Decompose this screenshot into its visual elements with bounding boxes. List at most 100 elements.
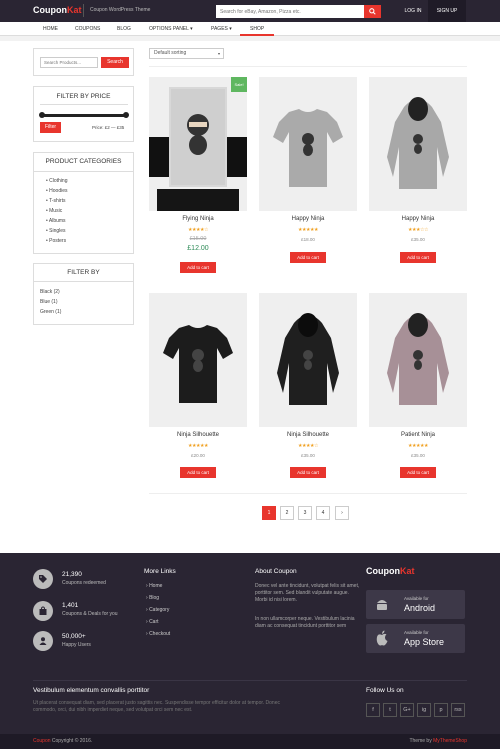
nav-options-panel[interactable]: OPTIONS PANEL ▾ [149, 22, 193, 36]
page-3[interactable]: 3 [298, 506, 312, 520]
google-plus-icon[interactable]: G+ [400, 703, 414, 717]
logo-text: Coupon [366, 566, 400, 576]
top-header: CouponKat Coupon WordPress Theme LOG IN … [0, 0, 500, 22]
filter-by-title: FILTER BY [67, 269, 100, 276]
rating-stars: ★★★★☆ [188, 227, 208, 233]
product-image-happy-ninja-tshirt[interactable] [259, 77, 357, 211]
theme-credit-label: Theme by [409, 738, 434, 744]
product-price: £35.00 [411, 453, 425, 458]
stat-number: 21,390 [62, 571, 82, 578]
page-1[interactable]: 1 [262, 506, 276, 520]
category-hoodies[interactable]: • Hoodies [46, 188, 68, 194]
android-app-button[interactable]: Available for Android [366, 590, 465, 619]
filter-green[interactable]: Green (1) [40, 309, 61, 315]
sort-divider [149, 66, 467, 67]
category-singles[interactable]: • Singles [46, 228, 66, 234]
logo-accent: Kat [400, 566, 415, 576]
rating-stars: ★★★★★ [188, 443, 208, 449]
product-title[interactable]: Patient Ninja [369, 432, 467, 438]
footer-link-category[interactable]: › Category [146, 607, 169, 613]
product-old-price: £15.00 [189, 236, 207, 242]
stat-label: Coupons redeemed [62, 580, 106, 586]
add-to-cart-button[interactable]: Add to cart [290, 467, 326, 478]
product-image-flying-ninja[interactable] [149, 77, 247, 211]
product-search-button[interactable]: Search [101, 57, 129, 68]
nav-pages[interactable]: PAGES ▾ [211, 22, 232, 36]
theme-author-link[interactable]: MyThemeShop [433, 738, 467, 744]
product-image-patient-ninja-hoodie[interactable] [369, 293, 467, 427]
footer-link-home[interactable]: › Home [146, 583, 162, 589]
header-search-button[interactable] [364, 5, 381, 18]
category-albums[interactable]: • Albums [46, 218, 66, 224]
footer-link-checkout[interactable]: › Checkout [146, 631, 170, 637]
twitter-icon[interactable]: t [383, 703, 397, 717]
copyright-bar: Coupon Copyright © 2016. Theme by MyThem… [0, 734, 500, 749]
product-image-ninja-silhouette-tshirt[interactable] [149, 293, 247, 427]
nav-home[interactable]: HOME [43, 22, 58, 36]
product-price: £35.00 [411, 237, 425, 242]
copyright-label: Copyright © 2016. [50, 738, 93, 744]
filter-blue[interactable]: Blue (1) [40, 299, 58, 305]
nav-shop[interactable]: SHOP [240, 22, 275, 36]
product-image-happy-ninja-hoodie[interactable] [369, 77, 467, 211]
title-divider [34, 171, 133, 172]
title-divider [34, 281, 133, 282]
add-to-cart-button[interactable]: Add to cart [400, 467, 436, 478]
category-clothing[interactable]: • Clothing [46, 178, 68, 184]
product-image-ninja-silhouette-hoodie[interactable] [259, 293, 357, 427]
add-to-cart-button[interactable]: Add to cart [400, 252, 436, 263]
product-title[interactable]: Ninja Silhouette [259, 432, 357, 438]
price-slider-max-handle[interactable] [123, 112, 129, 118]
price-filter-title: FILTER BY PRICE [56, 93, 111, 100]
page-2[interactable]: 2 [280, 506, 294, 520]
price-slider-min-handle[interactable] [39, 112, 45, 118]
footer-link-blog[interactable]: › Blog [146, 595, 159, 601]
category-posters[interactable]: • Posters [46, 238, 66, 244]
site-logo[interactable]: CouponKat [33, 5, 82, 15]
filter-black[interactable]: Black (2) [40, 289, 60, 295]
page-4[interactable]: 4 [316, 506, 330, 520]
categories-title: PRODUCT CATEGORIES [45, 158, 122, 165]
product-search-input[interactable] [40, 57, 98, 68]
product-categories-widget: PRODUCT CATEGORIES • Clothing • Hoodies … [33, 152, 134, 254]
about-text: In non ullamcorper neque. Vestibulum lac… [255, 616, 355, 629]
footer-link-cart[interactable]: › Cart [146, 619, 159, 625]
add-to-cart-button[interactable]: Add to cart [180, 262, 216, 273]
stat-number: 1,401 [62, 602, 79, 609]
category-music[interactable]: • Music [46, 208, 62, 214]
rss-icon[interactable]: rss [451, 703, 465, 717]
product-title[interactable]: Happy Ninja [259, 216, 357, 222]
stat-label: Coupons & Deals for you [62, 611, 118, 617]
pinterest-icon[interactable]: p [434, 703, 448, 717]
store-small-text: Available for [404, 630, 429, 635]
add-to-cart-button[interactable]: Add to cart [290, 252, 326, 263]
sort-select[interactable]: Default sorting ▾ [149, 48, 224, 59]
more-links-title: More Links [144, 568, 176, 575]
instagram-icon[interactable]: ig [417, 703, 431, 717]
product-title[interactable]: Happy Ninja [369, 216, 467, 222]
android-icon [377, 600, 387, 610]
add-to-cart-button[interactable]: Add to cart [180, 467, 216, 478]
footer-logo[interactable]: CouponKat [366, 566, 415, 576]
page-next[interactable]: › [335, 506, 349, 520]
signup-link[interactable]: SIGN UP [428, 0, 466, 22]
site-tagline: Coupon WordPress Theme [90, 7, 151, 13]
copyright-brand-link[interactable]: Coupon [33, 738, 51, 744]
header-search-input[interactable] [216, 5, 364, 18]
nav-coupons[interactable]: COUPONS [75, 22, 100, 36]
tag-icon [33, 569, 53, 589]
logo-accent: Kat [67, 5, 82, 15]
appstore-button[interactable]: Available for App Store [366, 624, 465, 653]
main-nav: HOME COUPONS BLOG OPTIONS PANEL ▾ PAGES … [0, 22, 500, 36]
login-link[interactable]: LOG IN [398, 0, 428, 22]
product-price: £12.00 [187, 245, 209, 252]
product-title[interactable]: Flying Ninja [149, 216, 247, 222]
category-t-shirts[interactable]: • T-shirts [46, 198, 65, 204]
product-title[interactable]: Ninja Silhouette [149, 432, 247, 438]
footer-divider [33, 680, 467, 681]
price-slider-track[interactable] [42, 114, 126, 117]
facebook-icon[interactable]: f [366, 703, 380, 717]
rating-stars: ★★★☆☆ [408, 227, 428, 233]
nav-blog[interactable]: BLOG [117, 22, 131, 36]
price-filter-button[interactable]: Filter [40, 122, 61, 133]
